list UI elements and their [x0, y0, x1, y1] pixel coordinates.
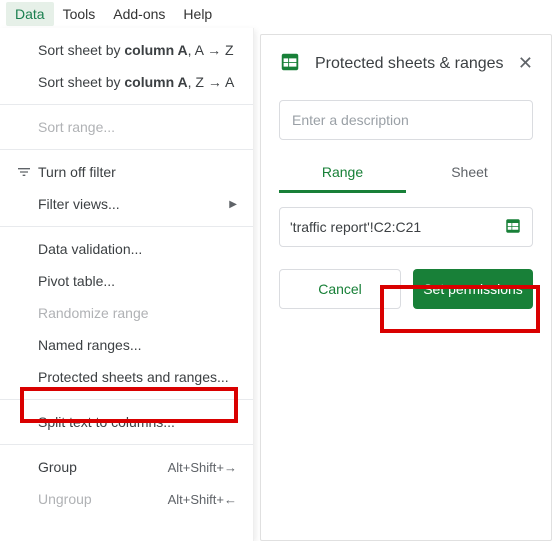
menu-group[interactable]: Group Alt+Shift+→	[0, 451, 253, 483]
protected-sheets-panel: Protected sheets & ranges ✕ Range Sheet …	[260, 34, 552, 541]
menubar-help[interactable]: Help	[174, 2, 221, 26]
panel-tabs: Range Sheet	[279, 158, 533, 193]
select-range-icon[interactable]	[504, 217, 522, 238]
menu-data-validation[interactable]: Data validation...	[0, 233, 253, 265]
range-input-box[interactable]: 'traffic report'!C2:C21	[279, 207, 533, 247]
sheets-icon	[279, 51, 301, 76]
menubar: Data Tools Add-ons Help	[0, 0, 558, 28]
menu-pivot-table[interactable]: Pivot table...	[0, 265, 253, 297]
close-icon[interactable]: ✕	[518, 53, 533, 74]
set-permissions-button[interactable]: Set permissions	[413, 269, 533, 309]
menu-protected-sheets-ranges[interactable]: Protected sheets and ranges...	[0, 361, 253, 393]
menu-sort-sheet-za[interactable]: Sort sheet by column A, Z → A	[0, 66, 253, 98]
menu-separator	[0, 226, 253, 227]
menubar-data[interactable]: Data	[6, 2, 54, 26]
menu-ungroup: Ungroup Alt+Shift+←	[0, 483, 253, 515]
data-dropdown-menu: Sort sheet by column A, A → Z Sort sheet…	[0, 28, 254, 541]
menu-separator	[0, 104, 253, 105]
menu-sort-range: Sort range...	[0, 111, 253, 143]
menu-separator	[0, 399, 253, 400]
filter-icon	[12, 164, 36, 180]
menu-separator	[0, 444, 253, 445]
panel-title: Protected sheets & ranges	[315, 55, 504, 73]
description-input[interactable]	[279, 100, 533, 140]
cancel-button[interactable]: Cancel	[279, 269, 401, 309]
menu-sort-sheet-az[interactable]: Sort sheet by column A, A → Z	[0, 34, 253, 66]
menubar-addons[interactable]: Add-ons	[104, 2, 174, 26]
menu-filter-views[interactable]: Filter views... ▶	[0, 188, 253, 220]
shortcut-label: Alt+Shift+←	[168, 492, 237, 507]
tab-sheet[interactable]: Sheet	[406, 158, 533, 193]
menu-separator	[0, 149, 253, 150]
menu-turn-off-filter[interactable]: Turn off filter	[0, 156, 253, 188]
menu-named-ranges[interactable]: Named ranges...	[0, 329, 253, 361]
tab-range[interactable]: Range	[279, 158, 406, 193]
chevron-right-icon: ▶	[229, 199, 237, 210]
menu-split-text[interactable]: Split text to columns...	[0, 406, 253, 438]
shortcut-label: Alt+Shift+→	[168, 460, 237, 475]
range-value: 'traffic report'!C2:C21	[290, 219, 504, 235]
menu-randomize-range: Randomize range	[0, 297, 253, 329]
menubar-tools[interactable]: Tools	[54, 2, 105, 26]
